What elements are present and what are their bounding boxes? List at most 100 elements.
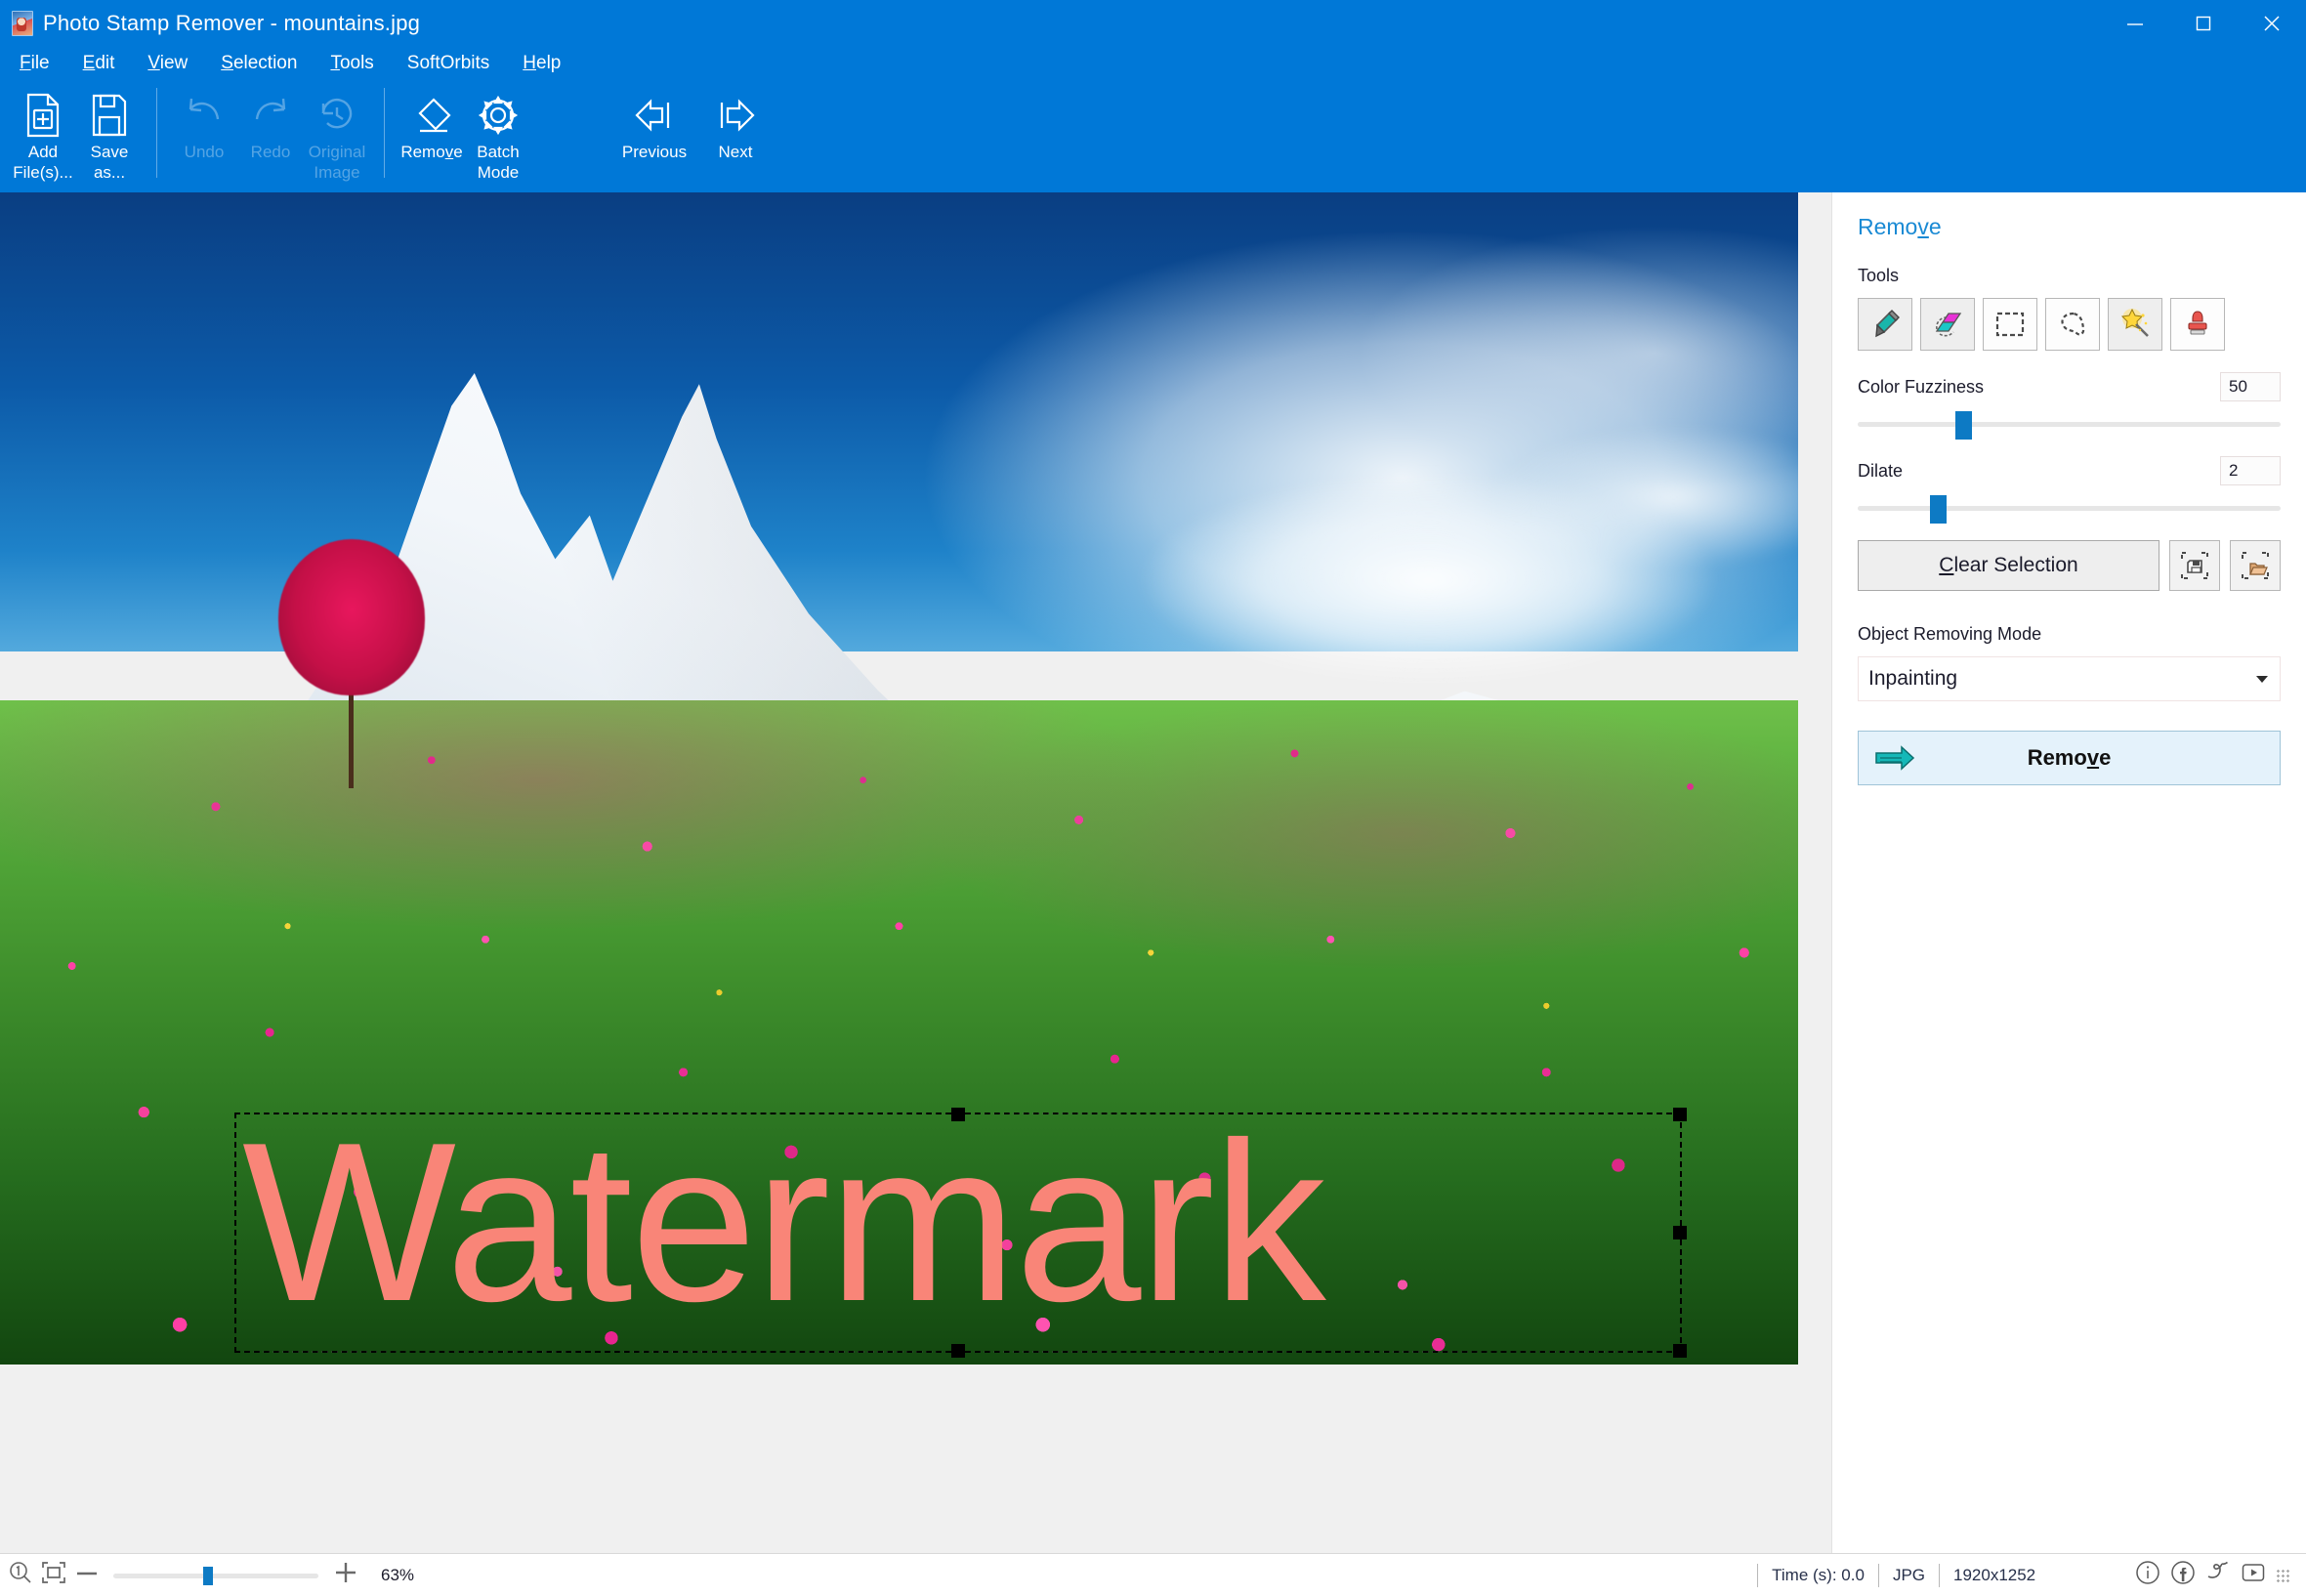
remove-action-button[interactable]: Remove [1858, 731, 2281, 785]
toolbar-button-redo: Redo [237, 80, 304, 161]
menu-bar: FFileile Edit View Selection Tools SoftO… [0, 47, 2306, 80]
select-value: Inpainting [1868, 667, 1958, 690]
tools-row [1858, 298, 2281, 351]
menu-item-file[interactable]: FFileile [18, 51, 52, 76]
toolbar-label-2: as... [93, 163, 126, 182]
color-fuzziness-value[interactable]: 50 [2220, 372, 2281, 401]
slider-track [1858, 506, 2281, 511]
twitter-bird-icon[interactable] [2204, 1559, 2232, 1591]
color-fuzziness-slider[interactable] [1858, 409, 2281, 440]
undo-arrow-icon [181, 90, 228, 141]
zoom-percent-label: 63% [381, 1565, 415, 1584]
slider-track [1858, 422, 2281, 427]
marker-pen-icon[interactable] [1858, 298, 1912, 351]
toolbar-separator-2 [384, 88, 385, 178]
window-controls [2101, 0, 2306, 47]
plus-icon[interactable] [332, 1559, 359, 1591]
toolbar-button-undo: Undo [171, 80, 237, 161]
rectangle-select-icon[interactable] [1983, 298, 2037, 351]
dilate-label: Dilate [1858, 460, 1904, 481]
toolbar-button-previous[interactable]: Previous [608, 80, 701, 161]
main-toolbar: Add File(s)... Save as... Undo Redo Orig… [0, 80, 2306, 192]
info-circle-icon[interactable] [2134, 1559, 2161, 1591]
chevron-down-icon[interactable] [2256, 675, 2268, 683]
selection-actions: Clear Selection [1858, 540, 2281, 591]
status-left-group: 63% [0, 1559, 414, 1591]
image-canvas[interactable]: Watermark [0, 192, 1831, 1553]
toolbar-button-save-as[interactable]: Save as... [76, 80, 143, 182]
fit-to-window-icon[interactable] [41, 1561, 66, 1589]
toolbar-label: Save [90, 143, 129, 161]
object-removing-mode-label: Object Removing Mode [1858, 624, 2042, 644]
arrow-right-icon [710, 90, 761, 141]
maximize-icon[interactable] [2169, 0, 2238, 47]
toolbar-label: Redo [250, 143, 291, 161]
slider-thumb[interactable] [1930, 495, 1948, 524]
load-selection-icon[interactable] [2230, 540, 2281, 591]
dilate-slider[interactable] [1858, 493, 2281, 524]
menu-item-tools[interactable]: Tools [328, 51, 375, 76]
remove-action-label: Remove [2027, 745, 2112, 770]
app-icon [12, 11, 33, 36]
tree-crown [278, 539, 425, 695]
toolbar-separator-1 [156, 88, 157, 178]
clock-history-icon [314, 90, 360, 141]
menu-item-selection[interactable]: Selection [219, 51, 299, 76]
zoom-actual-size-icon[interactable] [8, 1560, 33, 1590]
toolbar-button-original-image: Original Image [304, 80, 370, 182]
status-format: JPG [1877, 1563, 1939, 1587]
zoom-slider-track [113, 1573, 318, 1578]
floppy-disk-icon [88, 90, 131, 141]
zoom-slider-thumb[interactable] [202, 1566, 213, 1585]
clear-selection-button[interactable]: Clear Selection [1858, 540, 2159, 591]
window-title: Photo Stamp Remover - mountains.jpg [43, 11, 421, 35]
toolbar-button-batch-mode[interactable]: Batch Mode [465, 80, 531, 182]
zoom-slider[interactable] [113, 1566, 318, 1585]
minimize-icon[interactable] [2101, 0, 2169, 47]
slider-thumb[interactable] [1955, 411, 1973, 440]
work-area: Watermark Remove Tools Color Fuzziness 5… [0, 192, 2306, 1553]
toolbar-label: Original [308, 143, 366, 161]
object-removing-mode-select[interactable]: Inpainting [1858, 656, 2281, 701]
toolbar-button-add-files[interactable]: Add File(s)... [10, 80, 76, 182]
remove-panel: Remove Tools Color Fuzziness 50 Dilate 2… [1831, 192, 2306, 1553]
eraser-tool-icon[interactable] [1920, 298, 1975, 351]
cloud-layer [1095, 398, 1798, 730]
toolbar-label: Add [27, 143, 59, 161]
toolbar-label: Remove [400, 143, 463, 161]
dilate-value[interactable]: 2 [2220, 456, 2281, 485]
close-icon[interactable] [2238, 0, 2306, 47]
dilate-row: Dilate 2 [1858, 456, 2281, 485]
menu-item-softorbits[interactable]: SoftOrbits [405, 51, 491, 76]
tools-group-label: Tools [1858, 266, 1900, 285]
menu-item-edit[interactable]: Edit [81, 51, 117, 76]
menu-item-view[interactable]: View [146, 51, 189, 76]
panel-title: Remove [1858, 214, 1942, 239]
application-window: Photo Stamp Remover - mountains.jpg FFil… [0, 0, 2306, 1596]
photo-image: Watermark [0, 192, 1798, 1365]
minus-icon[interactable] [74, 1566, 100, 1585]
toolbar-label: Batch [477, 143, 520, 161]
status-bar: 63% Time (s): 0.0 JPG 1920x1252 [0, 1553, 2306, 1596]
magic-wand-icon[interactable] [2108, 298, 2162, 351]
status-dimensions: 1920x1252 [1939, 1563, 2105, 1587]
watermark-text: Watermark [242, 1096, 1326, 1349]
resize-grip[interactable] [2275, 1567, 2290, 1583]
clone-stamp-icon[interactable] [2170, 298, 2225, 351]
toolbar-button-remove[interactable]: Remove [398, 80, 465, 161]
status-time: Time (s): 0.0 [1757, 1563, 1878, 1587]
menu-item-help[interactable]: Help [521, 51, 563, 76]
color-fuzziness-label: Color Fuzziness [1858, 376, 1985, 397]
youtube-play-icon[interactable] [2240, 1559, 2267, 1591]
toolbar-label-2: Mode [477, 163, 520, 182]
toolbar-label: Next [718, 143, 753, 161]
toolbar-button-next[interactable]: Next [701, 80, 770, 161]
status-right-group: Time (s): 0.0 JPG 1920x1252 [1757, 1554, 2306, 1596]
gear-icon [475, 90, 522, 141]
toolbar-label-2: File(s)... [13, 163, 73, 182]
save-selection-icon[interactable] [2169, 540, 2220, 591]
toolbar-label: Undo [184, 143, 225, 161]
document-plus-icon [21, 90, 64, 141]
facebook-icon[interactable] [2169, 1559, 2197, 1591]
lasso-select-icon[interactable] [2045, 298, 2100, 351]
